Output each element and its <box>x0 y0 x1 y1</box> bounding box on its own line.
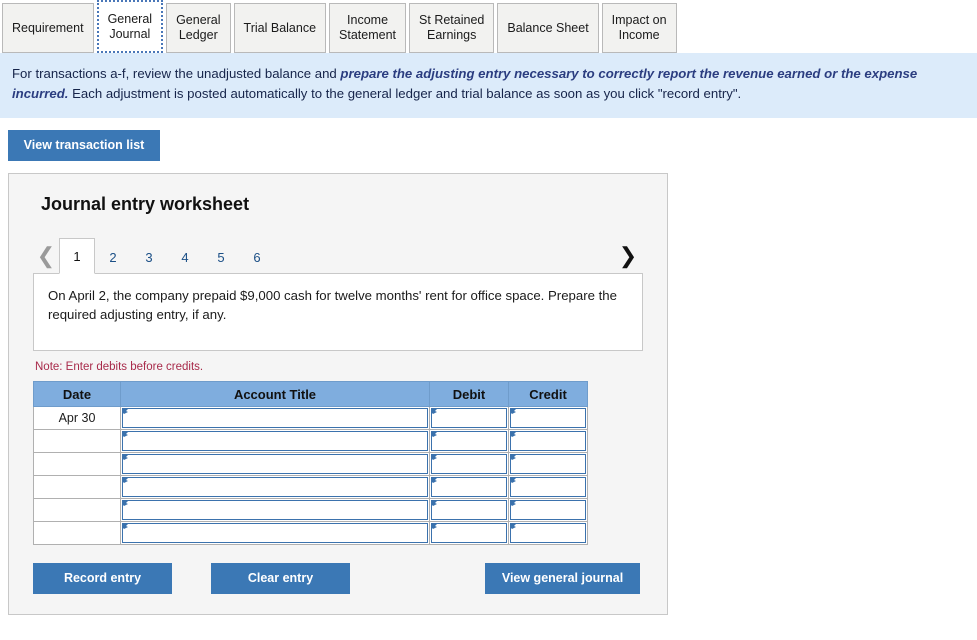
banner-text-part1: For transactions a-f, review the unadjus… <box>12 66 341 81</box>
account-title-input-cell <box>120 406 430 430</box>
account-title-input[interactable] <box>122 477 428 497</box>
credit-input-cell <box>508 406 588 430</box>
tab-income-statement[interactable]: Income Statement <box>329 3 407 53</box>
debit-input-cell <box>429 521 509 545</box>
credit-input[interactable] <box>510 477 586 497</box>
worksheet-page-3[interactable]: 3 <box>131 242 167 273</box>
worksheet-page-6[interactable]: 6 <box>239 242 275 273</box>
tab-label: Impact on Income <box>611 13 667 42</box>
account-title-input-cell <box>120 452 430 476</box>
tab-label: General Ledger <box>176 13 221 42</box>
worksheet-page-4[interactable]: 4 <box>167 242 203 273</box>
worksheet-action-buttons: Record entry Clear entry View general jo… <box>33 563 643 594</box>
credit-input[interactable] <box>510 431 586 451</box>
debit-input-cell <box>429 475 509 499</box>
view-transaction-list-button[interactable]: View transaction list <box>8 130 160 161</box>
debit-input-cell <box>429 452 509 476</box>
tab-general-journal[interactable]: General Journal <box>96 0 164 53</box>
tab-label: Balance Sheet <box>507 20 589 35</box>
account-title-input-cell <box>120 475 430 499</box>
view-general-journal-button[interactable]: View general journal <box>485 563 640 594</box>
debits-before-credits-note: Note: Enter debits before credits. <box>35 361 204 373</box>
tab-requirement[interactable]: Requirement <box>2 3 94 53</box>
credit-input[interactable] <box>510 523 586 543</box>
journal-entry-worksheet-panel: Journal entry worksheet ❮ 123456 ❯ On Ap… <box>8 173 668 615</box>
instruction-banner: For transactions a-f, review the unadjus… <box>0 53 977 118</box>
credit-input-cell <box>508 452 588 476</box>
credit-input[interactable] <box>510 500 586 520</box>
debit-input[interactable] <box>431 500 507 520</box>
journal-entry-table: Date Account Title Debit Credit Apr 30 <box>33 381 588 545</box>
credit-input[interactable] <box>510 408 586 428</box>
account-title-input-cell <box>120 429 430 453</box>
record-entry-button[interactable]: Record entry <box>33 563 172 594</box>
transaction-description: On April 2, the company prepaid $9,000 c… <box>33 273 643 351</box>
date-cell <box>33 475 121 499</box>
account-title-input[interactable] <box>122 408 428 428</box>
debit-input-cell <box>429 498 509 522</box>
tab-label: Trial Balance <box>243 20 317 35</box>
tab-label: St Retained Earnings <box>419 13 485 42</box>
worksheet-pager: ❮ 123456 ❯ <box>33 233 643 274</box>
worksheet-page-2[interactable]: 2 <box>95 242 131 273</box>
account-title-input-cell <box>120 521 430 545</box>
table-header-row: Date Account Title Debit Credit <box>33 381 588 407</box>
clear-entry-button[interactable]: Clear entry <box>211 563 350 594</box>
date-cell <box>33 498 121 522</box>
tab-st-retained-earnings[interactable]: St Retained Earnings <box>409 3 495 53</box>
worksheet-tab-bar: Requirement General Journal General Ledger… <box>0 0 977 53</box>
worksheet-page-5[interactable]: 5 <box>203 242 239 273</box>
account-title-input[interactable] <box>122 431 428 451</box>
table-body: Apr 30 <box>33 406 588 545</box>
account-title-input[interactable] <box>122 523 428 543</box>
worksheet-page-1[interactable]: 1 <box>59 238 95 274</box>
credit-input-cell <box>508 475 588 499</box>
credit-input-cell <box>508 498 588 522</box>
tab-label: General Journal <box>107 11 153 41</box>
tab-impact-on-income[interactable]: Impact on Income <box>601 3 677 53</box>
table-row <box>33 452 588 476</box>
date-cell <box>33 452 121 476</box>
date-cell: Apr 30 <box>33 406 121 430</box>
table-row <box>33 521 588 545</box>
table-row <box>33 475 588 499</box>
date-cell <box>33 429 121 453</box>
debit-input[interactable] <box>431 408 507 428</box>
table-row: Apr 30 <box>33 406 588 430</box>
debit-input-cell <box>429 429 509 453</box>
column-header-date: Date <box>33 381 121 407</box>
account-title-input[interactable] <box>122 500 428 520</box>
credit-input[interactable] <box>510 454 586 474</box>
debit-input[interactable] <box>431 477 507 497</box>
tab-trial-balance[interactable]: Trial Balance <box>233 3 327 53</box>
worksheet-page-list: 123456 <box>59 238 275 274</box>
credit-input-cell <box>508 521 588 545</box>
account-title-input-cell <box>120 498 430 522</box>
column-header-credit: Credit <box>508 381 588 407</box>
tab-balance-sheet[interactable]: Balance Sheet <box>497 3 599 53</box>
credit-input-cell <box>508 429 588 453</box>
column-header-debit: Debit <box>429 381 509 407</box>
tab-label: Income Statement <box>339 13 397 42</box>
debit-input[interactable] <box>431 454 507 474</box>
tab-label: Requirement <box>12 20 84 35</box>
table-row <box>33 498 588 522</box>
debit-input-cell <box>429 406 509 430</box>
debit-input[interactable] <box>431 431 507 451</box>
tab-general-ledger[interactable]: General Ledger <box>166 3 231 53</box>
date-cell <box>33 521 121 545</box>
banner-text-part2: Each adjustment is posted automatically … <box>68 86 742 101</box>
chevron-left-icon[interactable]: ❮ <box>33 245 59 273</box>
table-row <box>33 429 588 453</box>
chevron-right-icon[interactable]: ❯ <box>615 245 641 273</box>
page-title: Journal entry worksheet <box>41 194 250 214</box>
account-title-input[interactable] <box>122 454 428 474</box>
debit-input[interactable] <box>431 523 507 543</box>
column-header-account-title: Account Title <box>120 381 430 407</box>
